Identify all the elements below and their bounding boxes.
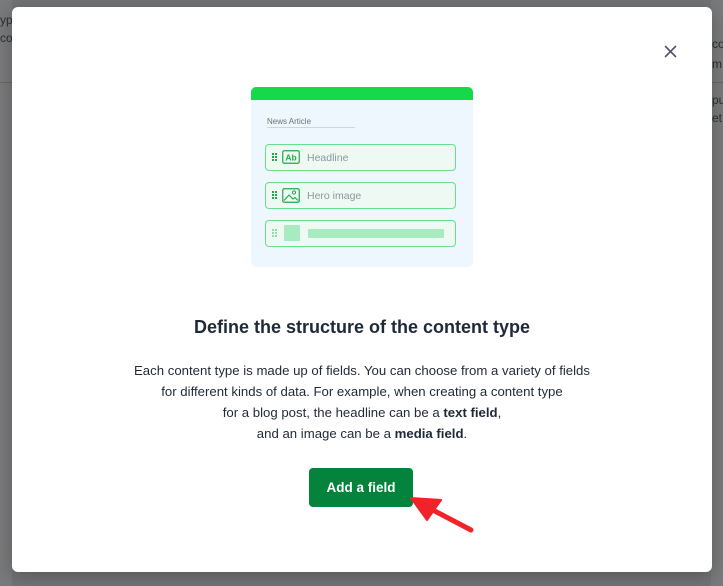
background-divider [711,82,723,83]
placeholder-icon [284,225,300,241]
modal-heading: Define the structure of the content type [193,317,531,337]
add-field-button[interactable]: Add a field [309,468,413,507]
text-ab-icon: Ab [282,150,300,164]
image-icon [282,188,300,203]
background-divider [0,82,12,83]
close-icon [664,45,676,57]
media-field-emphasis: media field [394,426,464,441]
modal-dialog: News Article Ab Headline Hero image Defi… [12,7,712,572]
placeholder-text-bar [308,229,444,238]
field-label-headline: Headline [307,152,349,164]
background-text: co [0,31,13,45]
background-left-panel [0,0,12,586]
background-text: yp [0,13,13,27]
content-type-illustration: News Article Ab Headline Hero image [251,87,473,267]
illustration-field-hero-image: Hero image [265,182,456,209]
drag-handle-icon [272,191,277,199]
description-line: for different kinds of data. For example… [161,384,563,399]
close-button[interactable] [660,41,680,61]
background-text: et [712,111,723,125]
drag-handle-icon [272,153,277,161]
modal-description: Each content type is made up of fields. … [12,360,712,444]
illustration-field-placeholder [265,220,456,247]
background-text: pu [712,93,723,107]
background-text: m [712,57,722,71]
illustration-title: News Article [267,117,312,126]
drag-handle-icon [272,229,277,237]
background-text: co [712,37,723,51]
illustration-title-underline [267,127,355,128]
background-right-panel [711,0,723,586]
illustration-header-bar [251,87,473,100]
field-label-hero-image: Hero image [307,190,362,202]
svg-text:Ab: Ab [285,152,296,162]
description-line: Each content type is made up of fields. … [134,363,590,378]
illustration-field-headline: Ab Headline [265,144,456,171]
description-line: for a blog post, the headline can be a t… [222,405,502,420]
pointer-arrow-icon [410,497,474,533]
text-field-emphasis: text field [443,405,498,420]
description-line: and an image can be a media field. [256,426,468,441]
